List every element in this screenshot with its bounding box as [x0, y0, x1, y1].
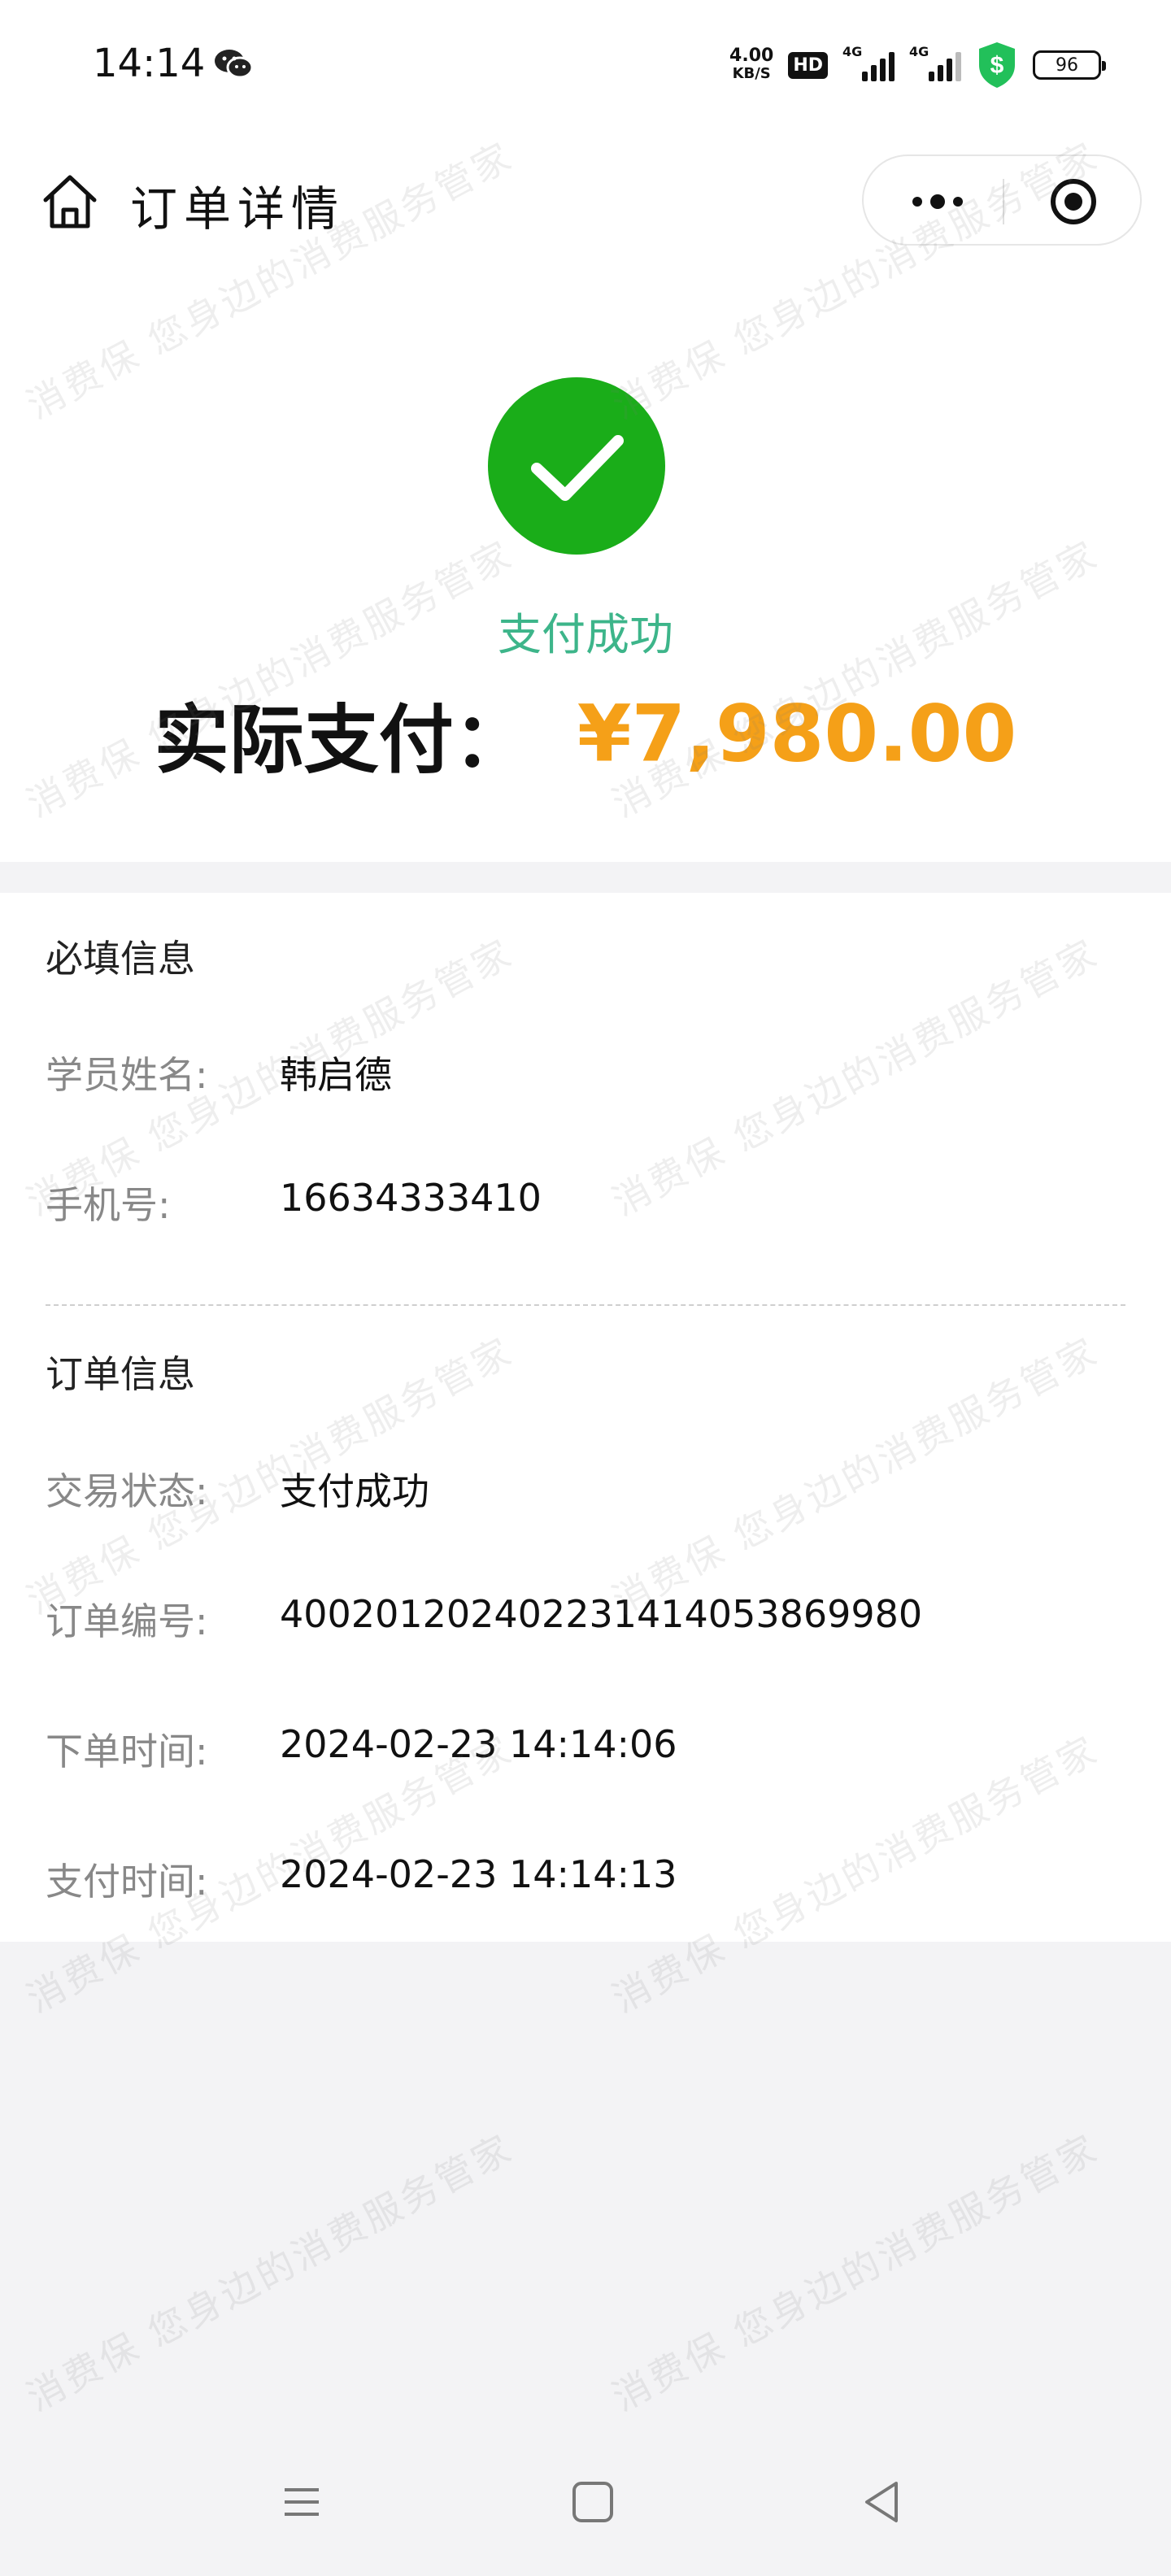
phone-label: 手机号: [46, 1183, 171, 1227]
back-triangle-icon[interactable] [854, 2474, 911, 2530]
actual-payment: 实际支付： ¥7,980.00 [0, 680, 1171, 788]
nav-bar: 订单详情 [0, 146, 1171, 252]
payment-status-text: 支付成功 [498, 609, 673, 660]
network-speed: 4.00 KB/S [729, 47, 773, 83]
status-time: 14:14 [93, 41, 206, 86]
page-title: 订单详情 [130, 181, 346, 237]
hd-badge: HD [788, 51, 828, 79]
actual-payment-amount: ¥7,980.00 [577, 688, 1017, 780]
order-info-title: 订单信息 [46, 1352, 195, 1396]
order-number-label: 订单编号: [46, 1599, 208, 1643]
mini-program-capsule [862, 154, 1142, 246]
status-bar: 14:14 4.00 KB/S HD 4G 4G $ 96 [0, 0, 1171, 130]
student-name-label: 学员姓名: [46, 1053, 208, 1097]
signal-tag-2: 4G [909, 44, 929, 59]
more-icon[interactable] [901, 185, 974, 218]
order-time-label: 下单时间: [46, 1730, 208, 1773]
actual-payment-label: 实际支付： [154, 697, 529, 784]
checkmark-circle-icon [488, 377, 665, 555]
phone-value: 16634333410 [280, 1176, 542, 1220]
battery-indicator: 96 [1033, 50, 1106, 80]
watermark-text: 消费保 您身边的消费服务管家 [20, 2126, 520, 2420]
success-circle [488, 377, 665, 555]
home-icon[interactable] [39, 171, 101, 233]
student-name-value: 韩启德 [280, 1053, 392, 1097]
pay-time-value: 2024-02-23 14:14:13 [280, 1852, 677, 1896]
order-detail-card: 必填信息 学员姓名: 韩启德 手机号: 16634333410 订单信息 交易状… [0, 893, 1171, 1942]
menu-icon[interactable] [273, 2474, 330, 2530]
svg-text:$: $ [990, 52, 1004, 79]
order-number-value: 4002012024022314140538699​80 [280, 1592, 923, 1636]
status-indicators: 4.00 KB/S HD 4G 4G $ 96 [729, 42, 1106, 88]
signal-icon: 4G [842, 44, 895, 81]
capsule-divider [1003, 179, 1004, 224]
signal-tag: 4G [842, 44, 863, 59]
section-divider [46, 1304, 1125, 1306]
wechat-icon [215, 50, 254, 79]
network-speed-unit: KB/S [732, 65, 771, 82]
trade-status-value: 支付成功 [280, 1469, 429, 1513]
close-icon[interactable] [1049, 177, 1098, 226]
required-info-title: 必填信息 [46, 937, 195, 981]
trade-status-label: 交易状态: [46, 1469, 208, 1513]
pay-time-label: 支付时间: [46, 1860, 208, 1904]
system-nav-bar [0, 2431, 1171, 2576]
shield-icon: $ [979, 42, 1015, 88]
home-square-icon[interactable] [564, 2474, 621, 2530]
network-speed-value: 4.00 [729, 46, 774, 66]
watermark-text: 消费保 您身边的消费服务管家 [605, 2126, 1106, 2420]
order-time-value: 2024-02-23 14:14:06 [280, 1722, 677, 1766]
signal-icon-2: 4G [909, 44, 961, 81]
